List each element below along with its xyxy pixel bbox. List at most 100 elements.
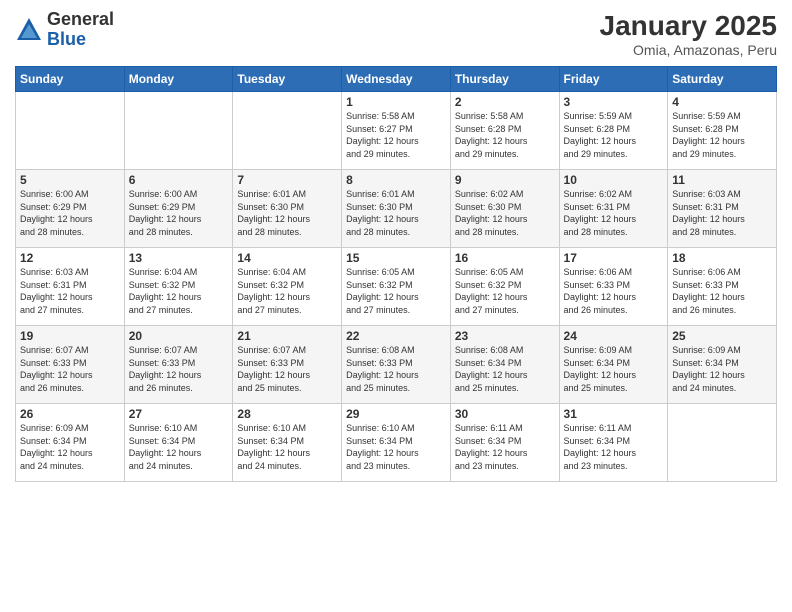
table-row: 14Sunrise: 6:04 AM Sunset: 6:32 PM Dayli… xyxy=(233,248,342,326)
day-info: Sunrise: 6:09 AM Sunset: 6:34 PM Dayligh… xyxy=(564,344,664,394)
table-row: 19Sunrise: 6:07 AM Sunset: 6:33 PM Dayli… xyxy=(16,326,125,404)
day-info: Sunrise: 6:04 AM Sunset: 6:32 PM Dayligh… xyxy=(237,266,337,316)
table-row: 15Sunrise: 6:05 AM Sunset: 6:32 PM Dayli… xyxy=(342,248,451,326)
table-row: 6Sunrise: 6:00 AM Sunset: 6:29 PM Daylig… xyxy=(124,170,233,248)
logo-general-text: General xyxy=(47,9,114,29)
day-info: Sunrise: 5:59 AM Sunset: 6:28 PM Dayligh… xyxy=(672,110,772,160)
table-row: 21Sunrise: 6:07 AM Sunset: 6:33 PM Dayli… xyxy=(233,326,342,404)
day-number: 26 xyxy=(20,407,120,421)
day-number: 6 xyxy=(129,173,229,187)
day-number: 19 xyxy=(20,329,120,343)
day-info: Sunrise: 6:10 AM Sunset: 6:34 PM Dayligh… xyxy=(346,422,446,472)
day-number: 13 xyxy=(129,251,229,265)
day-info: Sunrise: 6:00 AM Sunset: 6:29 PM Dayligh… xyxy=(20,188,120,238)
table-row: 3Sunrise: 5:59 AM Sunset: 6:28 PM Daylig… xyxy=(559,92,668,170)
day-info: Sunrise: 6:07 AM Sunset: 6:33 PM Dayligh… xyxy=(237,344,337,394)
day-info: Sunrise: 6:02 AM Sunset: 6:31 PM Dayligh… xyxy=(564,188,664,238)
table-row: 23Sunrise: 6:08 AM Sunset: 6:34 PM Dayli… xyxy=(450,326,559,404)
calendar: Sunday Monday Tuesday Wednesday Thursday… xyxy=(15,66,777,482)
day-info: Sunrise: 6:07 AM Sunset: 6:33 PM Dayligh… xyxy=(129,344,229,394)
table-row: 29Sunrise: 6:10 AM Sunset: 6:34 PM Dayli… xyxy=(342,404,451,482)
day-info: Sunrise: 6:11 AM Sunset: 6:34 PM Dayligh… xyxy=(564,422,664,472)
location: Omia, Amazonas, Peru xyxy=(600,42,777,58)
title-section: January 2025 Omia, Amazonas, Peru xyxy=(600,10,777,58)
day-number: 22 xyxy=(346,329,446,343)
day-info: Sunrise: 6:04 AM Sunset: 6:32 PM Dayligh… xyxy=(129,266,229,316)
logo: General Blue xyxy=(15,10,114,50)
table-row xyxy=(16,92,125,170)
calendar-week-1: 1Sunrise: 5:58 AM Sunset: 6:27 PM Daylig… xyxy=(16,92,777,170)
day-number: 21 xyxy=(237,329,337,343)
table-row: 20Sunrise: 6:07 AM Sunset: 6:33 PM Dayli… xyxy=(124,326,233,404)
table-row: 17Sunrise: 6:06 AM Sunset: 6:33 PM Dayli… xyxy=(559,248,668,326)
table-row xyxy=(233,92,342,170)
day-number: 29 xyxy=(346,407,446,421)
day-info: Sunrise: 5:58 AM Sunset: 6:27 PM Dayligh… xyxy=(346,110,446,160)
table-row xyxy=(124,92,233,170)
table-row: 13Sunrise: 6:04 AM Sunset: 6:32 PM Dayli… xyxy=(124,248,233,326)
day-number: 2 xyxy=(455,95,555,109)
calendar-header-row: Sunday Monday Tuesday Wednesday Thursday… xyxy=(16,67,777,92)
day-info: Sunrise: 6:06 AM Sunset: 6:33 PM Dayligh… xyxy=(564,266,664,316)
day-info: Sunrise: 6:10 AM Sunset: 6:34 PM Dayligh… xyxy=(237,422,337,472)
col-monday: Monday xyxy=(124,67,233,92)
col-wednesday: Wednesday xyxy=(342,67,451,92)
day-info: Sunrise: 6:03 AM Sunset: 6:31 PM Dayligh… xyxy=(672,188,772,238)
table-row: 27Sunrise: 6:10 AM Sunset: 6:34 PM Dayli… xyxy=(124,404,233,482)
day-info: Sunrise: 6:01 AM Sunset: 6:30 PM Dayligh… xyxy=(346,188,446,238)
col-sunday: Sunday xyxy=(16,67,125,92)
day-info: Sunrise: 6:05 AM Sunset: 6:32 PM Dayligh… xyxy=(455,266,555,316)
day-info: Sunrise: 6:01 AM Sunset: 6:30 PM Dayligh… xyxy=(237,188,337,238)
day-number: 9 xyxy=(455,173,555,187)
day-info: Sunrise: 6:09 AM Sunset: 6:34 PM Dayligh… xyxy=(672,344,772,394)
calendar-week-4: 19Sunrise: 6:07 AM Sunset: 6:33 PM Dayli… xyxy=(16,326,777,404)
day-info: Sunrise: 6:07 AM Sunset: 6:33 PM Dayligh… xyxy=(20,344,120,394)
day-number: 15 xyxy=(346,251,446,265)
day-number: 10 xyxy=(564,173,664,187)
table-row: 11Sunrise: 6:03 AM Sunset: 6:31 PM Dayli… xyxy=(668,170,777,248)
calendar-week-5: 26Sunrise: 6:09 AM Sunset: 6:34 PM Dayli… xyxy=(16,404,777,482)
table-row: 9Sunrise: 6:02 AM Sunset: 6:30 PM Daylig… xyxy=(450,170,559,248)
day-number: 31 xyxy=(564,407,664,421)
table-row: 1Sunrise: 5:58 AM Sunset: 6:27 PM Daylig… xyxy=(342,92,451,170)
day-number: 17 xyxy=(564,251,664,265)
day-number: 20 xyxy=(129,329,229,343)
day-number: 11 xyxy=(672,173,772,187)
logo-icon xyxy=(15,16,43,44)
col-saturday: Saturday xyxy=(668,67,777,92)
day-info: Sunrise: 6:05 AM Sunset: 6:32 PM Dayligh… xyxy=(346,266,446,316)
day-info: Sunrise: 6:00 AM Sunset: 6:29 PM Dayligh… xyxy=(129,188,229,238)
table-row: 30Sunrise: 6:11 AM Sunset: 6:34 PM Dayli… xyxy=(450,404,559,482)
day-number: 24 xyxy=(564,329,664,343)
day-number: 16 xyxy=(455,251,555,265)
day-number: 30 xyxy=(455,407,555,421)
col-thursday: Thursday xyxy=(450,67,559,92)
table-row xyxy=(668,404,777,482)
day-info: Sunrise: 6:08 AM Sunset: 6:33 PM Dayligh… xyxy=(346,344,446,394)
day-number: 12 xyxy=(20,251,120,265)
col-tuesday: Tuesday xyxy=(233,67,342,92)
day-number: 4 xyxy=(672,95,772,109)
table-row: 22Sunrise: 6:08 AM Sunset: 6:33 PM Dayli… xyxy=(342,326,451,404)
logo-blue-text: Blue xyxy=(47,29,86,49)
calendar-week-2: 5Sunrise: 6:00 AM Sunset: 6:29 PM Daylig… xyxy=(16,170,777,248)
day-number: 5 xyxy=(20,173,120,187)
table-row: 31Sunrise: 6:11 AM Sunset: 6:34 PM Dayli… xyxy=(559,404,668,482)
table-row: 5Sunrise: 6:00 AM Sunset: 6:29 PM Daylig… xyxy=(16,170,125,248)
table-row: 12Sunrise: 6:03 AM Sunset: 6:31 PM Dayli… xyxy=(16,248,125,326)
day-info: Sunrise: 6:08 AM Sunset: 6:34 PM Dayligh… xyxy=(455,344,555,394)
table-row: 7Sunrise: 6:01 AM Sunset: 6:30 PM Daylig… xyxy=(233,170,342,248)
day-number: 27 xyxy=(129,407,229,421)
table-row: 16Sunrise: 6:05 AM Sunset: 6:32 PM Dayli… xyxy=(450,248,559,326)
table-row: 28Sunrise: 6:10 AM Sunset: 6:34 PM Dayli… xyxy=(233,404,342,482)
day-number: 8 xyxy=(346,173,446,187)
month-title: January 2025 xyxy=(600,10,777,42)
day-info: Sunrise: 6:03 AM Sunset: 6:31 PM Dayligh… xyxy=(20,266,120,316)
header: General Blue January 2025 Omia, Amazonas… xyxy=(15,10,777,58)
day-number: 7 xyxy=(237,173,337,187)
table-row: 24Sunrise: 6:09 AM Sunset: 6:34 PM Dayli… xyxy=(559,326,668,404)
col-friday: Friday xyxy=(559,67,668,92)
page: General Blue January 2025 Omia, Amazonas… xyxy=(0,0,792,612)
table-row: 18Sunrise: 6:06 AM Sunset: 6:33 PM Dayli… xyxy=(668,248,777,326)
table-row: 2Sunrise: 5:58 AM Sunset: 6:28 PM Daylig… xyxy=(450,92,559,170)
